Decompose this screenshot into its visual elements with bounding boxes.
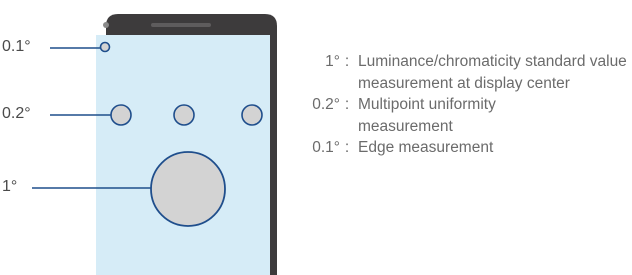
measurement-spot-diagram: 0.1° 0.2° 1° 1° : Luminance/chromaticity…: [0, 0, 632, 275]
legend-separator: :: [344, 139, 350, 156]
edge-spot: [99, 41, 111, 53]
legend-row-0-2: 0.2° : Multipoint uniformity measurement: [301, 94, 631, 137]
legend-row-1: 1° : Luminance/chromaticity standard val…: [301, 51, 631, 94]
legend-key: 0.1°: [312, 139, 340, 156]
speaker-slot: [151, 23, 211, 27]
callout-label-1: 1°: [2, 178, 18, 195]
legend-description: Luminance/chromaticity standard value me…: [358, 53, 627, 92]
uniformity-spot-left: [110, 104, 132, 126]
callout-label-0-2: 0.2°: [2, 105, 31, 122]
camera-icon: [103, 22, 109, 28]
callout-label-0-1: 0.1°: [2, 38, 31, 55]
legend: 1° : Luminance/chromaticity standard val…: [301, 51, 631, 159]
legend-separator: :: [344, 53, 350, 70]
center-spot: [150, 151, 226, 227]
legend-key: 1°: [325, 53, 340, 70]
uniformity-spot-right: [241, 104, 263, 126]
legend-separator: :: [344, 96, 350, 113]
uniformity-spot-center: [173, 104, 195, 126]
legend-key: 0.2°: [312, 96, 340, 113]
legend-description: Edge measurement: [358, 139, 494, 156]
legend-description: Multipoint uniformity measurement: [358, 96, 496, 135]
legend-row-0-1: 0.1° : Edge measurement: [301, 137, 631, 159]
